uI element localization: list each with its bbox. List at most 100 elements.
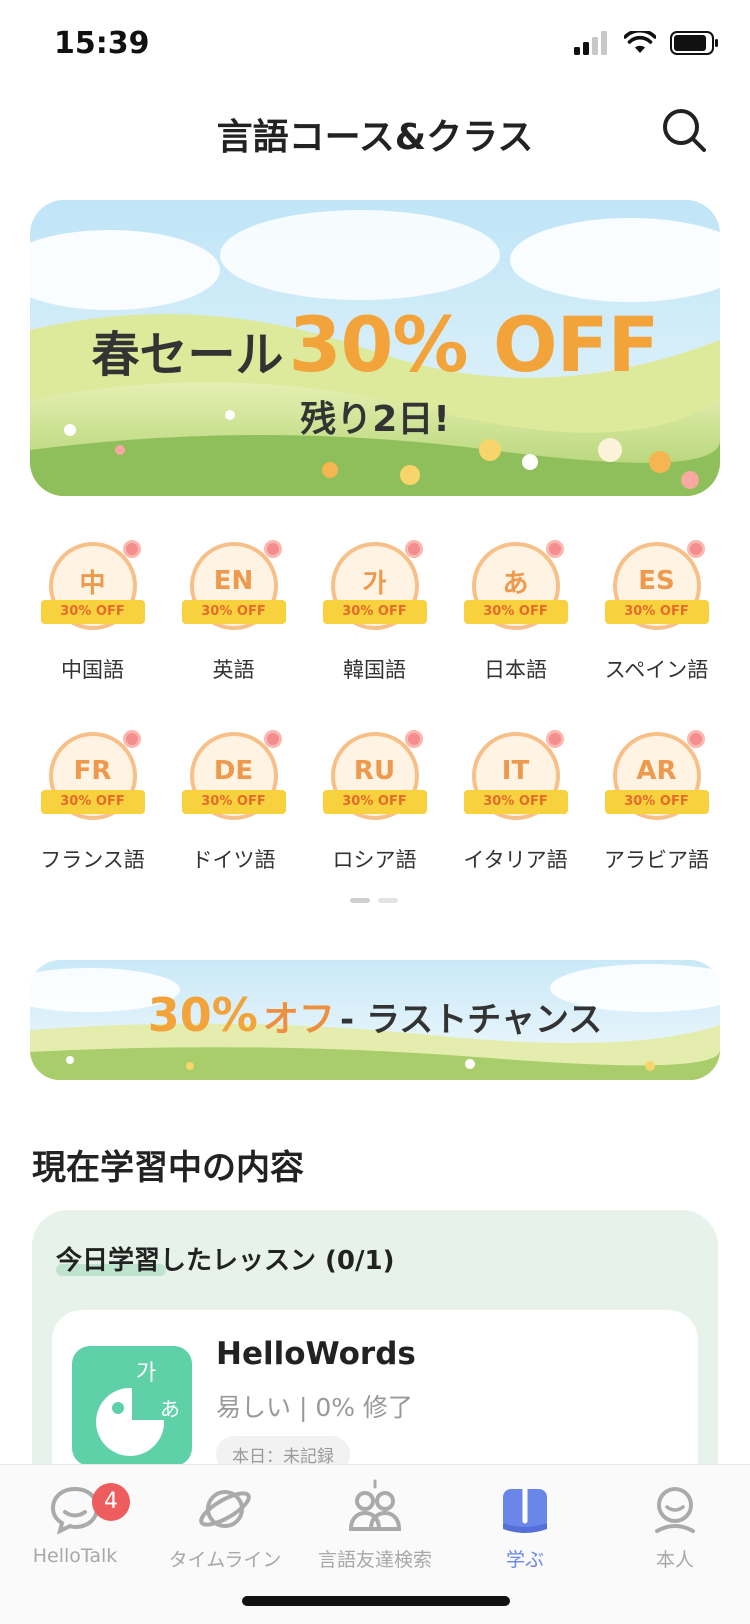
book-icon (503, 1486, 547, 1533)
people-icon (348, 1479, 402, 1531)
notification-badge: 4 (92, 1483, 130, 1521)
page-dot-active (350, 898, 370, 903)
discount-ribbon: 30% OFF (40, 790, 145, 814)
svg-text:あ: あ (160, 1397, 180, 1421)
status-time: 15:39 (54, 26, 150, 61)
language-code: あ (502, 568, 529, 599)
tab-find-partners[interactable]: 言語友達検索 (300, 1479, 450, 1572)
discount-ribbon: 30% OFF (322, 600, 427, 624)
language-badge: あ 30% OFF (463, 538, 568, 634)
hellowords-app-icon: 가 あ (72, 1346, 192, 1466)
wifi-icon (624, 31, 656, 53)
language-item-russian[interactable]: RU 30% OFF ロシア語 (304, 728, 445, 874)
tab-label: 本人 (655, 1549, 694, 1571)
cellular-signal-icon (574, 31, 607, 55)
flower-icon (122, 730, 141, 748)
spring-sale-banner[interactable]: 春セール 30% OFF 残り2日! (30, 200, 720, 496)
language-item-italian[interactable]: IT 30% OFF イタリア語 (445, 728, 586, 874)
banner-title-discount: 30% OFF (288, 300, 660, 389)
course-meta: 易しい | 0% 修了 (216, 1393, 413, 1422)
banner-title-prefix: 春セール (91, 327, 284, 383)
profile-icon (655, 1487, 695, 1533)
language-code: 가 (362, 568, 387, 599)
promo-rest: - ラストチャンス (340, 1000, 603, 1040)
language-code: EN (213, 566, 254, 596)
page-dot (378, 898, 398, 903)
language-label: ロシア語 (332, 848, 417, 872)
language-course-grid: 中 30% OFF 中国語 EN 30% OFF 英語 가 30% OFF 韓国… (22, 538, 728, 874)
flower-icon (404, 730, 423, 748)
flower-icon (545, 730, 564, 748)
tab-label: タイムライン (168, 1549, 282, 1571)
discount-ribbon: 30% OFF (463, 600, 568, 624)
last-chance-promo[interactable]: 30% オフ - ラストチャンス (30, 960, 720, 1080)
page-indicator (350, 898, 398, 903)
promo-discount: 30% (147, 988, 258, 1042)
tab-label: 学ぶ (505, 1549, 544, 1571)
language-label: アラビア語 (604, 848, 709, 872)
language-label: 韓国語 (343, 658, 406, 682)
tab-timeline[interactable]: タイムライン (150, 1479, 300, 1572)
flower-icon (686, 540, 705, 558)
language-code: FR (73, 756, 112, 786)
header: 言語コース&クラス (0, 96, 750, 166)
course-name: HelloWords (216, 1336, 416, 1372)
language-badge: 가 30% OFF (322, 538, 427, 634)
language-label: 英語 (212, 658, 255, 682)
discount-ribbon: 30% OFF (604, 600, 709, 624)
language-badge: DE 30% OFF (181, 728, 286, 824)
discount-ribbon: 30% OFF (40, 600, 145, 624)
promo-text: 30% オフ - ラストチャンス (30, 988, 720, 1042)
language-badge: ES 30% OFF (604, 538, 709, 634)
tab-hellotalk[interactable]: 4 HelloTalk (0, 1479, 150, 1567)
language-label: スペイン語 (604, 658, 709, 682)
flower-icon (263, 730, 282, 748)
language-badge: AR 30% OFF (604, 728, 709, 824)
language-label: ドイツ語 (191, 848, 276, 872)
flower-icon (686, 730, 705, 748)
language-label: 日本語 (484, 658, 547, 682)
language-code: RU (353, 756, 396, 786)
flower-icon (545, 540, 564, 558)
language-badge: EN 30% OFF (181, 538, 286, 634)
language-item-korean[interactable]: 가 30% OFF 韓国語 (304, 538, 445, 684)
battery-icon (670, 31, 718, 55)
discount-ribbon: 30% OFF (181, 790, 286, 814)
flower-icon (404, 540, 423, 558)
flower-icon (263, 540, 282, 558)
svg-text:가: 가 (136, 1361, 156, 1386)
page-title: 言語コース&クラス (216, 117, 534, 158)
current-learning-heading: 現在学習中の内容 (32, 1148, 304, 1188)
tab-label: 言語友達検索 (317, 1549, 432, 1571)
flower-icon (122, 540, 141, 558)
language-code: DE (213, 756, 254, 786)
language-badge: RU 30% OFF (322, 728, 427, 824)
discount-ribbon: 30% OFF (463, 790, 568, 814)
language-item-english[interactable]: EN 30% OFF 英語 (163, 538, 304, 684)
today-lessons-title: 今日学習したレッスン (0/1) (56, 1246, 395, 1276)
tab-me[interactable]: 本人 (600, 1479, 750, 1572)
discount-ribbon: 30% OFF (604, 790, 709, 814)
tab-label: HelloTalk (32, 1545, 118, 1567)
promo-off: オフ (262, 999, 335, 1040)
home-indicator (242, 1596, 510, 1606)
language-item-chinese[interactable]: 中 30% OFF 中国語 (22, 538, 163, 684)
language-label: イタリア語 (463, 848, 568, 872)
language-item-spanish[interactable]: ES 30% OFF スペイン語 (586, 538, 727, 684)
language-item-german[interactable]: DE 30% OFF ドイツ語 (163, 728, 304, 874)
planet-icon (199, 1490, 251, 1528)
banner-subtitle: 残り2日! (300, 399, 450, 440)
language-badge: 中 30% OFF (40, 538, 145, 634)
discount-ribbon: 30% OFF (181, 600, 286, 624)
tab-learn[interactable]: 学ぶ (450, 1479, 600, 1572)
language-label: フランス語 (40, 848, 145, 872)
language-badge: IT 30% OFF (463, 728, 568, 824)
language-item-japanese[interactable]: あ 30% OFF 日本語 (445, 538, 586, 684)
banner-title: 春セール 30% OFF (30, 300, 720, 389)
search-icon[interactable] (660, 106, 708, 154)
language-badge: FR 30% OFF (40, 728, 145, 824)
language-item-arabic[interactable]: AR 30% OFF アラビア語 (586, 728, 727, 874)
language-item-french[interactable]: FR 30% OFF フランス語 (22, 728, 163, 874)
status-bar: 15:39 (0, 0, 750, 90)
language-code: ES (638, 566, 675, 596)
